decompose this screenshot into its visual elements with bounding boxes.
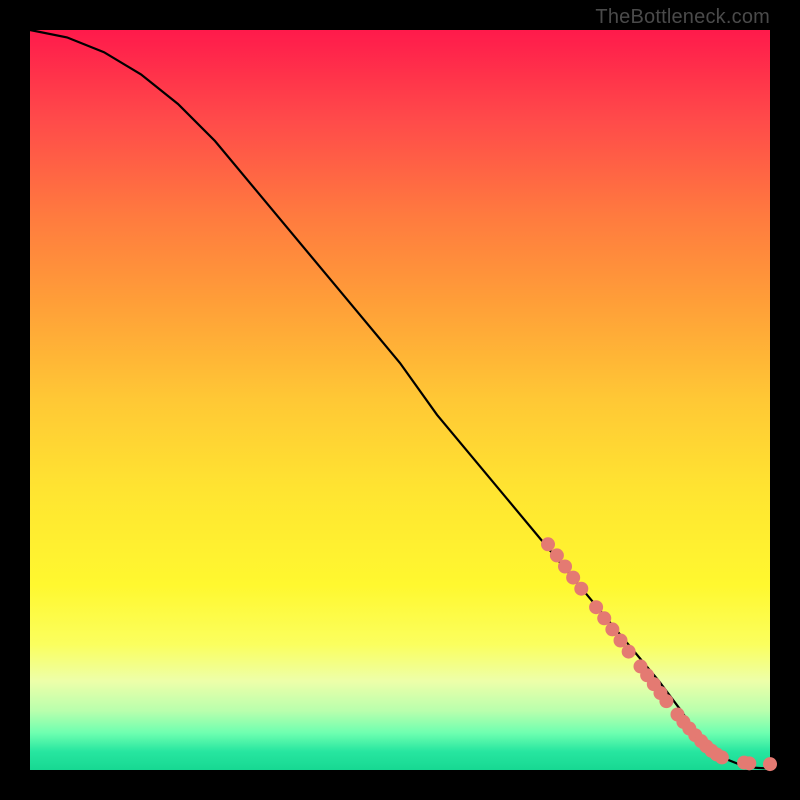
data-marker bbox=[622, 645, 636, 659]
data-marker bbox=[763, 757, 777, 771]
data-marker bbox=[574, 582, 588, 596]
attribution-label: TheBottleneck.com bbox=[595, 6, 770, 29]
chart-svg bbox=[30, 30, 770, 770]
data-marker bbox=[715, 750, 729, 764]
chart-frame: TheBottleneck.com bbox=[0, 0, 800, 800]
bottleneck-curve bbox=[30, 30, 770, 769]
data-marker bbox=[742, 756, 756, 770]
data-marker bbox=[659, 694, 673, 708]
data-marker bbox=[541, 537, 555, 551]
plot-area bbox=[30, 30, 770, 770]
curve-markers bbox=[541, 537, 777, 771]
